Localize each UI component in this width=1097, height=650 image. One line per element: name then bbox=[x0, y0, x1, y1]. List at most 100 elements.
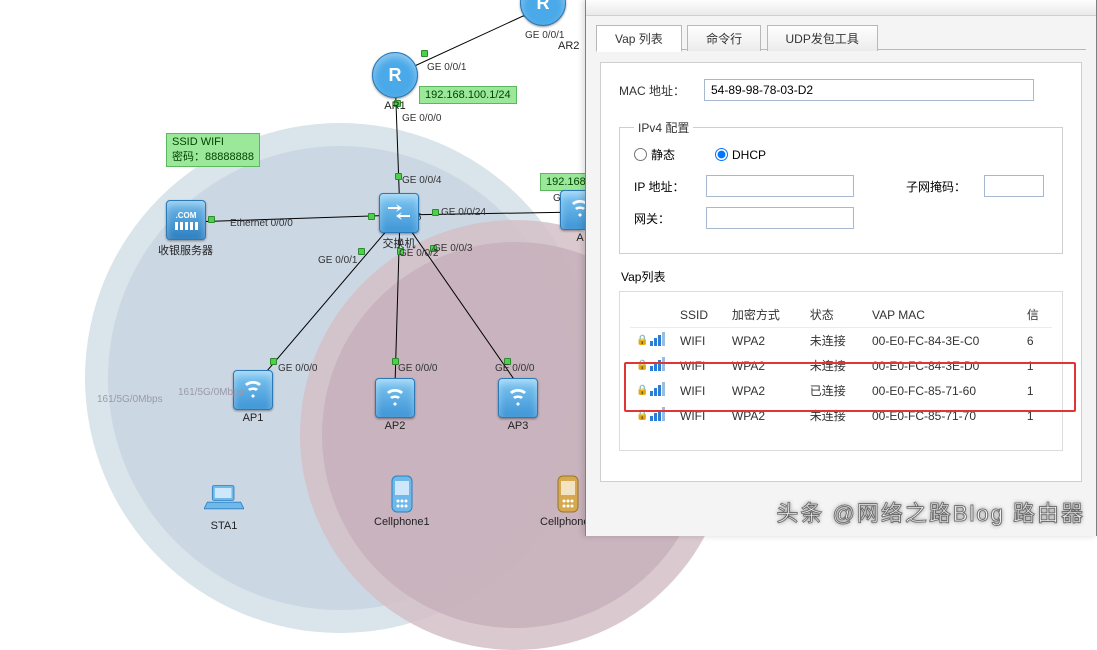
col-channel[interactable]: 信 bbox=[1021, 302, 1052, 328]
ipv4-config-group: IPv4 配置 静态 DHCP IP 地址： 子网掩码： 网关： bbox=[619, 119, 1063, 254]
vap-list-subtitle: Vap列表 bbox=[621, 268, 1063, 285]
cell-encryption: WPA2 bbox=[726, 403, 804, 428]
cell-encryption: WPA2 bbox=[726, 378, 804, 403]
ssid-tag-line2: 密码：88888888 bbox=[172, 151, 254, 163]
node-cellphone1[interactable]: Cellphone1 bbox=[374, 474, 430, 528]
cell-vap-mac: 00-E0-FC-84-3E-D0 bbox=[866, 353, 1021, 378]
router-icon: R bbox=[520, 0, 566, 26]
cell-encryption: WPA2 bbox=[726, 328, 804, 354]
cell-vap-mac: 00-E0-FC-84-3E-C0 bbox=[866, 328, 1021, 354]
node-ap3[interactable]: AP3 bbox=[498, 378, 538, 432]
mask-label: 子网掩码： bbox=[906, 178, 972, 195]
link-status-dot bbox=[395, 173, 402, 180]
radio-info-ap1: 161/5G/0Mbps bbox=[97, 394, 163, 405]
col-ssid[interactable]: SSID bbox=[674, 302, 726, 328]
tab-cli[interactable]: 命令行 bbox=[687, 25, 761, 51]
mask-input[interactable] bbox=[984, 175, 1044, 197]
port-label: GE 0/0/4 bbox=[402, 175, 441, 186]
phone-icon bbox=[548, 474, 588, 514]
node-label: 交换机 bbox=[379, 235, 419, 251]
node-server[interactable]: .COM 收银服务器 bbox=[158, 200, 213, 258]
cell-state: 未连接 bbox=[804, 353, 866, 378]
signal-icon: 🔒 bbox=[636, 357, 665, 374]
radio-static[interactable]: 静态 bbox=[634, 146, 675, 163]
port-label: GE 0/0/0 bbox=[495, 363, 534, 374]
table-row[interactable]: 🔒 WIFIWPA2未连接00-E0-FC-85-71-701 bbox=[630, 403, 1052, 428]
cell-channel: 1 bbox=[1021, 353, 1052, 378]
table-row[interactable]: 🔒WIFIWPA2未连接00-E0-FC-84-3E-C06 bbox=[630, 328, 1052, 354]
port-label: GE 0/0/0 bbox=[278, 363, 317, 374]
cell-ssid: WIFI bbox=[674, 353, 726, 378]
node-ar1[interactable]: R AR1 bbox=[372, 52, 418, 112]
cell-channel: 1 bbox=[1021, 403, 1052, 428]
node-switch[interactable]: 交换机 bbox=[379, 193, 419, 251]
tab-pane-vap: MAC 地址： IPv4 配置 静态 DHCP IP 地址： 子网掩码： 网关：… bbox=[600, 62, 1082, 482]
node-sta1[interactable]: STA1 bbox=[204, 478, 244, 532]
node-label: AP3 bbox=[498, 420, 538, 432]
vap-table[interactable]: SSID 加密方式 状态 VAP MAC 信 🔒WIFIWPA2未连接00-E0… bbox=[630, 302, 1052, 428]
col-state[interactable]: 状态 bbox=[804, 302, 866, 328]
ip-tag-ar1: 192.168.100.1/24 bbox=[419, 86, 517, 104]
port-label: GE 0/0/3 bbox=[433, 243, 472, 254]
port-label: Ethernet 0/0/0 bbox=[230, 218, 293, 229]
cell-ssid: WIFI bbox=[674, 378, 726, 403]
signal-icon: 🔒 bbox=[636, 332, 665, 349]
ip-label: IP 地址： bbox=[634, 178, 694, 195]
node-label: 收银服务器 bbox=[158, 242, 213, 258]
server-icon: .COM bbox=[166, 200, 206, 240]
radio-dhcp[interactable]: DHCP bbox=[715, 148, 766, 162]
ap-icon bbox=[375, 378, 415, 418]
link-status-dot bbox=[368, 213, 375, 220]
ipv4-legend: IPv4 配置 bbox=[634, 119, 693, 136]
ip-input[interactable] bbox=[706, 175, 854, 197]
cell-state: 未连接 bbox=[804, 328, 866, 354]
cell-vap-mac: 00-E0-FC-85-71-70 bbox=[866, 403, 1021, 428]
port-label: GE 0/0/0 bbox=[402, 113, 441, 124]
table-row[interactable]: 🔒WIFIWPA2已连接00-E0-FC-85-71-601 bbox=[630, 378, 1052, 403]
svg-text:.COM: .COM bbox=[175, 211, 196, 220]
link-status-dot bbox=[421, 50, 428, 57]
node-label: STA1 bbox=[204, 520, 244, 532]
cell-channel: 1 bbox=[1021, 378, 1052, 403]
tab-udp-tool[interactable]: UDP发包工具 bbox=[767, 25, 878, 51]
col-vap-mac[interactable]: VAP MAC bbox=[866, 302, 1021, 328]
node-ar2[interactable]: R AR2 bbox=[520, 0, 566, 26]
ssid-tag: SSID WIFI 密码：88888888 bbox=[166, 133, 260, 167]
router-icon: R bbox=[372, 52, 418, 98]
ssid-tag-line1: SSID WIFI bbox=[172, 136, 224, 148]
phone-icon bbox=[382, 474, 422, 514]
link-status-dot bbox=[270, 358, 277, 365]
port-label: GE 0/0/0 bbox=[398, 363, 437, 374]
node-label: Cellphone1 bbox=[374, 516, 430, 528]
gateway-input[interactable] bbox=[706, 207, 854, 229]
cell-encryption: WPA2 bbox=[726, 353, 804, 378]
signal-icon: 🔒 bbox=[636, 407, 665, 424]
tab-bar: Vap 列表 命令行 UDP发包工具 bbox=[596, 24, 1086, 50]
cell-ssid: WIFI bbox=[674, 403, 726, 428]
signal-icon: 🔒 bbox=[636, 382, 665, 399]
node-label: AP2 bbox=[375, 420, 415, 432]
cell-vap-mac: 00-E0-FC-85-71-60 bbox=[866, 378, 1021, 403]
port-label: GE 0/0/24 bbox=[441, 207, 486, 218]
cell-state: 未连接 bbox=[804, 403, 866, 428]
dialog-titlebar[interactable] bbox=[586, 0, 1096, 16]
node-label: AR1 bbox=[372, 100, 418, 112]
node-label: AP1 bbox=[233, 412, 273, 424]
col-encryption[interactable]: 加密方式 bbox=[726, 302, 804, 328]
node-label: AR2 bbox=[558, 40, 579, 52]
topology-canvas[interactable]: GE 0/0/1 GE 0/0/1 GE 0/0/0 GE 0/0/4 GE 0… bbox=[0, 0, 585, 536]
tab-vap-list[interactable]: Vap 列表 bbox=[596, 25, 682, 52]
table-row[interactable]: 🔒 WIFIWPA2未连接00-E0-FC-84-3E-D01 bbox=[630, 353, 1052, 378]
device-property-dialog: Vap 列表 命令行 UDP发包工具 MAC 地址： IPv4 配置 静态 DH… bbox=[585, 0, 1097, 536]
switch-icon bbox=[379, 193, 419, 233]
port-label: GE 0/0/1 bbox=[427, 62, 466, 73]
link-status-dot bbox=[432, 209, 439, 216]
laptop-icon bbox=[204, 478, 244, 518]
link-status-dot bbox=[358, 248, 365, 255]
vap-list-area: SSID 加密方式 状态 VAP MAC 信 🔒WIFIWPA2未连接00-E0… bbox=[619, 291, 1063, 451]
mac-input[interactable] bbox=[704, 79, 1034, 101]
cell-channel: 6 bbox=[1021, 328, 1052, 354]
ap-icon bbox=[498, 378, 538, 418]
gateway-label: 网关： bbox=[634, 210, 694, 227]
node-ap2[interactable]: AP2 bbox=[375, 378, 415, 432]
